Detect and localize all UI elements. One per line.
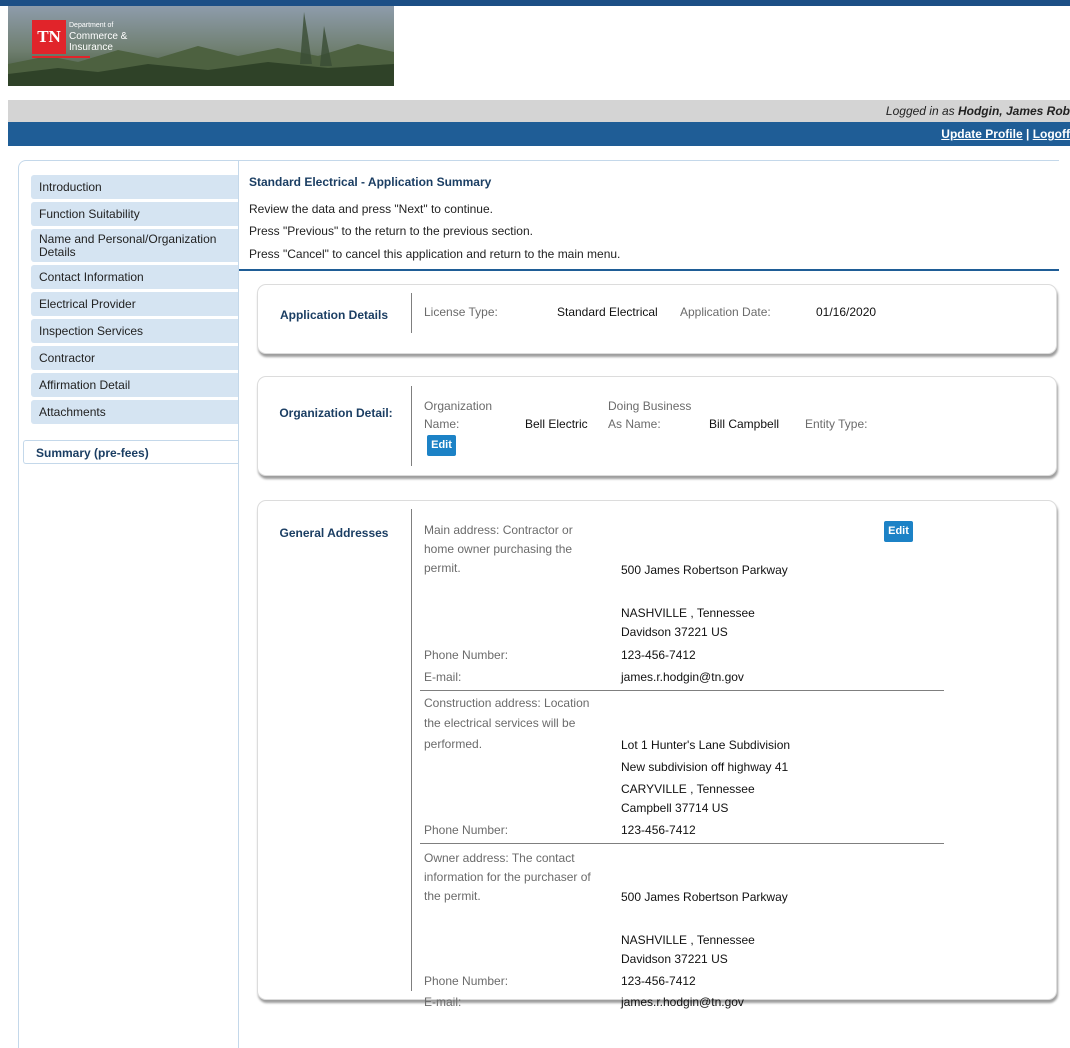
organization-detail-label: Organization Detail: (279, 406, 393, 420)
main-email-value: james.r.hodgin@tn.gov (621, 670, 744, 684)
logo-line-3: Insurance (69, 42, 113, 53)
license-type-label: License Type: (424, 305, 498, 319)
logged-in-user: Hodgin, James Rob (957, 104, 1070, 118)
org-name-value: Bell Electric (525, 417, 588, 431)
logo-underline (32, 56, 90, 58)
org-name-label-line1: Organization (424, 399, 493, 413)
dba-label-line1: Doing Business (608, 399, 692, 413)
logged-in-prefix: Logged in as (885, 104, 958, 118)
application-date-value: 01/16/2020 (816, 305, 877, 319)
instruction-previous: Press "Previous" to the return to the pr… (249, 224, 533, 238)
construction-address-city: CARYVILLE , Tennessee (621, 782, 755, 796)
tn-commerce-logo: TN Department of Commerce & Insurance (32, 20, 127, 54)
nav-item-contractor[interactable]: Contractor (31, 346, 238, 370)
card-separator (411, 386, 412, 466)
construction-address-desc-2: the electrical services will be (424, 716, 576, 730)
construction-phone-label: Phone Number: (424, 823, 509, 837)
page-title: Standard Electrical - Application Summar… (249, 175, 492, 189)
construction-address-line1: Lot 1 Hunter's Lane Subdivision (621, 738, 791, 752)
tn-logo-mark: TN (32, 20, 66, 54)
owner-address-desc-3: the permit. (424, 889, 481, 903)
entity-type-label: Entity Type: (805, 417, 868, 431)
logoff-link[interactable]: Logoff (1033, 127, 1070, 141)
owner-email-value: james.r.hodgin@tn.gov (621, 995, 744, 1009)
wizard-sidebar: Introduction Function Suitability Name a… (18, 160, 239, 1048)
instruction-cancel: Press "Cancel" to cancel this applicatio… (249, 247, 621, 261)
general-addresses-label: General Addresses (279, 526, 389, 540)
application-details-card: Application Details License Type: Standa… (257, 284, 1057, 354)
construction-address-desc-3: performed. (424, 737, 483, 751)
wizard-nav: Introduction Function Suitability Name a… (31, 175, 238, 427)
owner-address-county-zip: Davidson 37221 US (621, 952, 728, 966)
main-address-city: NASHVILLE , Tennessee (621, 606, 755, 620)
main-address-desc-1: Main address: Contractor or (424, 523, 573, 537)
dba-name-value: Bill Campbell (709, 417, 780, 431)
nav-item-name-and-details[interactable]: Name and Personal/Organization Details (31, 229, 238, 262)
nav-item-function-suitability[interactable]: Function Suitability (31, 202, 238, 226)
main-address-desc-2: home owner purchasing the (424, 542, 573, 556)
construction-address-desc-1: Construction address: Location (424, 696, 590, 710)
nav-item-electrical-provider[interactable]: Electrical Provider (31, 292, 238, 316)
header-banner: TN Department of Commerce & Insurance (8, 6, 394, 86)
owner-phone-value: 123-456-7412 (621, 974, 696, 988)
card-separator (411, 509, 412, 991)
main-address-desc-3: permit. (424, 561, 461, 575)
main-phone-label: Phone Number: (424, 648, 509, 662)
construction-phone-value: 123-456-7412 (621, 823, 696, 837)
construction-address-county-zip: Campbell 37714 US (621, 801, 729, 815)
main-address-county-zip: Davidson 37221 US (621, 625, 728, 639)
page-header: Standard Electrical - Application Summar… (239, 160, 1059, 271)
owner-email-label: E-mail: (424, 995, 462, 1009)
owner-phone-label: Phone Number: (424, 974, 509, 988)
nav-item-introduction[interactable]: Introduction (31, 175, 238, 199)
main-phone-value: 123-456-7412 (621, 648, 696, 662)
general-addresses-card: General Addresses Edit Main address: Con… (257, 500, 1057, 1009)
construction-address-line2: New subdivision off highway 41 (621, 760, 789, 774)
main-email-label: E-mail: (424, 670, 462, 684)
update-profile-link[interactable]: Update Profile (941, 127, 1022, 141)
top-links: Update Profile | Logoff (941, 127, 1070, 141)
organization-edit-button[interactable]: Edit (427, 435, 456, 456)
logged-in-text: Logged in as Hodgin, James Rob (886, 104, 1070, 118)
nav-item-contact-information[interactable]: Contact Information (31, 265, 238, 289)
top-nav-bar: Update Profile | Logoff (8, 122, 1070, 146)
address-divider (420, 843, 944, 844)
owner-address-desc-1: Owner address: The contact (424, 851, 575, 865)
owner-address-line1: 500 James Robertson Parkway (621, 890, 788, 904)
address-divider (420, 690, 944, 691)
addresses-edit-button[interactable]: Edit (884, 521, 913, 542)
instruction-next: Review the data and press "Next" to cont… (249, 202, 493, 216)
organization-detail-card: Organization Detail: Organization Name: … (257, 376, 1057, 476)
org-name-label-line2: Name: (424, 417, 460, 431)
main-address-line1: 500 James Robertson Parkway (621, 563, 788, 577)
nav-item-inspection-services[interactable]: Inspection Services (31, 319, 238, 343)
nav-item-attachments[interactable]: Attachments (31, 400, 238, 424)
dba-label-line2: As Name: (608, 417, 661, 431)
nav-item-affirmation-detail[interactable]: Affirmation Detail (31, 373, 238, 397)
user-info-bar: Logged in as Hodgin, James Rob (8, 100, 1070, 122)
card-separator (411, 293, 412, 333)
application-details-label: Application Details (279, 308, 389, 322)
application-date-label: Application Date: (680, 305, 771, 319)
nav-item-summary-active[interactable]: Summary (pre-fees) (23, 440, 238, 464)
owner-address-city: NASHVILLE , Tennessee (621, 933, 755, 947)
logo-line-2: Commerce & (69, 31, 128, 42)
logo-line-1: Department of (69, 22, 114, 29)
link-separator: | (1025, 127, 1030, 141)
license-type-value: Standard Electrical (557, 305, 658, 319)
owner-address-desc-2: information for the purchaser of (424, 870, 591, 884)
header-rule (239, 269, 1059, 271)
